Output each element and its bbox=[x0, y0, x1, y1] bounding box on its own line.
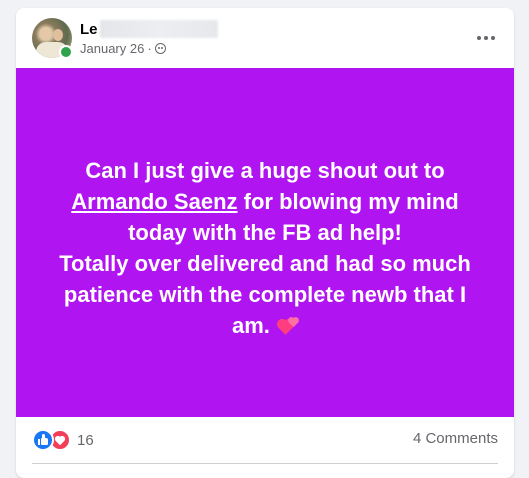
friends-icon[interactable] bbox=[154, 43, 166, 54]
post-date[interactable]: January 26 bbox=[80, 41, 144, 56]
like-icon bbox=[32, 429, 54, 451]
post-footer: 16 4 Comments bbox=[16, 417, 514, 464]
post-text: Can I just give a huge shout out to Arma… bbox=[45, 155, 485, 341]
author-avatar[interactable] bbox=[32, 18, 73, 59]
post-text-intro: Can I just give a huge shout out to bbox=[85, 157, 445, 183]
meta-separator: · bbox=[147, 41, 152, 56]
post-card: Le January 26 · Can I just give a huge s… bbox=[16, 8, 514, 478]
more-options-button[interactable] bbox=[468, 20, 504, 56]
author-name-text: Le bbox=[80, 20, 98, 38]
author-name[interactable]: Le bbox=[80, 20, 218, 38]
online-status-dot bbox=[59, 45, 73, 59]
reaction-count: 16 bbox=[77, 431, 94, 449]
post-meta: January 26 · bbox=[80, 41, 166, 56]
comments-count-link[interactable]: 4 Comments bbox=[413, 430, 498, 447]
footer-divider bbox=[32, 463, 498, 464]
post-header: Le January 26 · bbox=[16, 8, 514, 68]
redacted-name bbox=[99, 20, 218, 38]
post-text-line-two: Totally over delivered and had so much p… bbox=[59, 250, 471, 338]
reactions-summary[interactable]: 16 bbox=[32, 429, 94, 451]
more-horizontal-icon bbox=[477, 36, 495, 40]
two-hearts-emoji bbox=[278, 316, 299, 335]
post-background: Can I just give a huge shout out to Arma… bbox=[16, 68, 514, 417]
mention-link[interactable]: Armando Saenz bbox=[71, 189, 237, 214]
